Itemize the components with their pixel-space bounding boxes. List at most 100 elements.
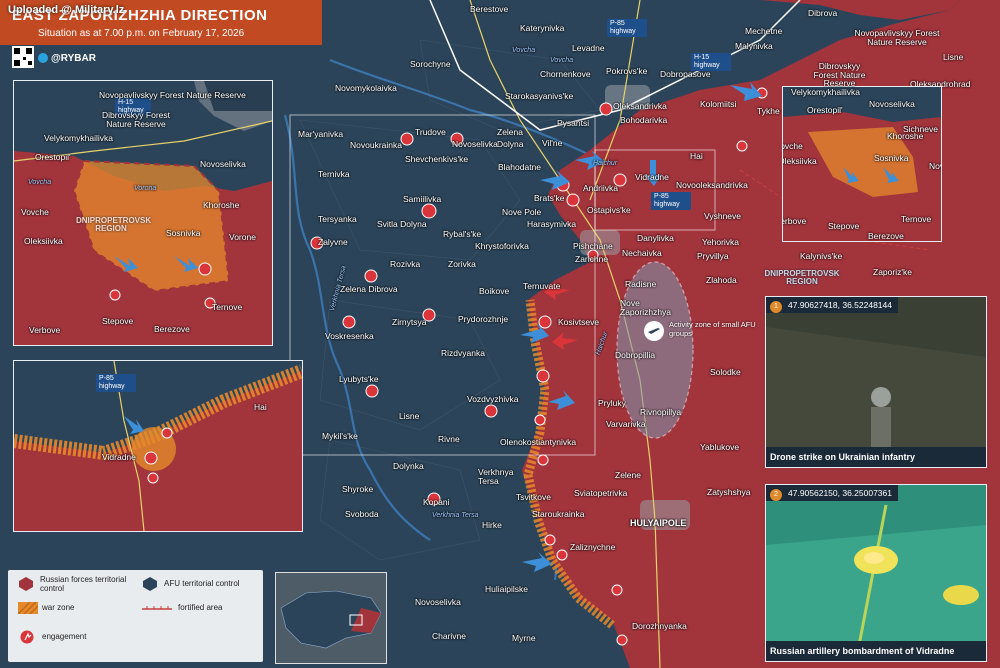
legend-russian-label: Russian forces territorial control [40,575,127,593]
town-label: Berezove [154,324,190,334]
inset-map-top-right[interactable]: Velykomykhailivka Orestopil' Novoselivka… [782,86,942,242]
town-label: Berezove [868,231,904,241]
engagement-icon [20,630,34,644]
inset-map-velykomykhailivka[interactable]: H-15 highway Novopavlivskyy Forest Natur… [13,80,273,346]
river-label: Vovcha [28,179,52,186]
town-label: Lyubyts'ke [339,374,379,384]
town-label: Yablukove [700,442,740,452]
town-label: Zelene [615,470,641,480]
town-label: Dobropillia [615,350,656,360]
town-label: Hai [690,151,703,161]
town-label: Mar'yanivka [298,129,344,139]
town-label: Varvarivka [606,419,646,429]
town-label: Tsvitkove [516,492,551,502]
town-label: Malynivka [735,41,773,51]
town-label: Vil'ne [542,138,563,148]
activity-zone-icon [644,321,664,341]
town-label: Novoselivka [200,159,246,169]
town-label: Verkhnya Tersa [478,467,514,487]
legend-engagement-label: engagement [42,632,87,641]
town-label: Nove [929,161,941,171]
town-label: Sorochyne [410,59,451,69]
town-label: Shyroke [342,484,374,494]
town-label: Starokasyanivs'ke [505,91,574,101]
overview-minimap [275,572,387,664]
telegram-icon [38,53,48,64]
highway-label: P-85 highway [651,192,691,211]
town-label: Stepove [828,221,860,231]
town-label: Berestove [470,4,509,14]
town-label: Pryvillya [697,251,729,261]
town-label: Zelena Dibrova [340,284,398,294]
town-label: Olenokostiantynivka [500,437,577,447]
town-label: Mykil's'ke [322,431,358,441]
activity-zone-label: Activity zone of small AFU groups [669,320,756,338]
town-label: Blahodatne [498,162,542,172]
legend-afu-label: AFU territorial control [164,579,240,588]
town-label: Rivnopillya [640,407,682,417]
town-label: Tersyanka [318,214,357,224]
town-label: Ostapivs'ke [587,205,631,215]
town-label: Lisne [399,411,420,421]
town-label: Oleksandrivka [613,101,667,111]
town-label: Oleksiivka [24,236,63,246]
town-label: Chornenkove [540,69,591,79]
afu-control-icon [143,577,157,591]
town-label: Sviatopetrivka [574,488,628,498]
photo-drone-strike[interactable]: 1 47.90627418, 36.52248144 Drone strike o… [765,296,987,468]
town-label: Ternuvate [523,281,561,291]
town-label: Tykhe [757,106,780,116]
highway-label: P-85 highway [96,374,136,393]
town-label: Trudove [415,127,446,137]
town-label: Novooleksandrivka [676,180,748,190]
town-label: Novoselivka [415,597,461,607]
town-label: Charivne [432,631,467,641]
town-label: Yehorivka [702,237,740,247]
town-label: Kopani [423,497,450,507]
town-label: Novoselivka [869,99,915,109]
town-label: Novomykolaivka [335,83,397,93]
town-label: Dibrova [808,8,838,18]
town-label: Vyshneve [704,211,742,221]
town-label: Novoukrainka [350,140,402,150]
town-label: Dorozhnyanka [632,621,687,631]
town-label: Dobropasove [660,69,711,79]
town-label: Huliaipilske [485,584,528,594]
inset-map-vidradne[interactable]: P-85 highway Vidradne Hai [13,360,303,532]
town-label: Khrystoforivka [475,241,529,251]
town-label: Sosnivka [166,228,201,238]
town-label: Vidradne [102,452,136,462]
photo-caption: Drone strike on Ukrainian infantry [766,447,986,467]
photo-artillery-bombardment[interactable]: 2 47.90562150, 36.25007361 Russian artill… [765,484,987,662]
town-label: Zalyvne [318,237,348,247]
town-label: Kalynivs'ke [800,251,843,261]
town-label: Levadne [572,43,605,53]
town-label: Dolyna [497,139,524,149]
town-label: Verbove [783,216,807,226]
town-label: Staroukrainka [532,509,585,519]
photo-number: 2 [770,489,782,501]
river-label: Verkhnia Tersa [432,512,479,519]
town-label: Zatyshshya [707,487,751,497]
highway-label: P-85 highway [607,19,647,38]
town-label: Radisne [625,279,657,289]
town-label: Sosnivka [874,153,909,163]
town-label: Harasymivka [527,219,577,229]
town-label: Hirke [482,520,502,530]
town-label: Novoselivka [452,139,498,149]
photo-number: 1 [770,301,782,313]
town-label: Rozivka [390,259,421,269]
brand-label: @RYBAR [38,53,96,64]
town-label: Samiilivka [403,194,442,204]
town-label: Zorivka [448,259,476,269]
map-legend: Russian forces territorial control AFU t… [8,570,263,662]
town-label: Vovche [21,207,49,217]
town-label: HULYAIPOLE [630,518,687,528]
town-label: Prydorozhnje [458,314,509,324]
town-label: Voskresenka [325,331,374,341]
town-label: Pysantsi [557,118,590,128]
reserve-label: Novopavlivskyy Forest Nature Reserve [99,90,246,100]
town-label: Velykomykhailivka [44,133,113,143]
town-label: Hai [254,402,267,412]
war-zone-icon [18,602,38,614]
